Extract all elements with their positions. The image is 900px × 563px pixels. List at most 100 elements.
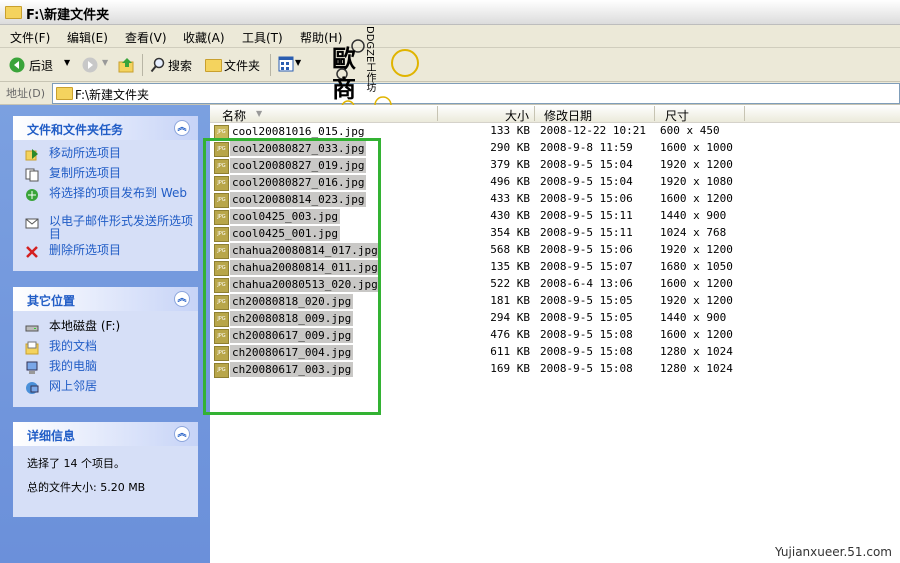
menu-edit[interactable]: 编辑(E) xyxy=(67,29,108,46)
file-size: 568 KB xyxy=(490,243,530,256)
documents-icon xyxy=(25,341,39,355)
file-dimensions: 1600 x 1200 xyxy=(660,328,733,341)
search-button[interactable]: 搜索 xyxy=(148,53,198,77)
computer-icon xyxy=(26,361,38,374)
file-date: 2008-9-5 15:06 xyxy=(540,243,633,256)
annotation-highlight-box xyxy=(203,138,381,415)
file-dimensions: 1920 x 1200 xyxy=(660,158,733,171)
column-divider[interactable] xyxy=(437,106,438,121)
task-pane: 文件和文件夹任务 ︽ 移动所选项目 复制所选项目 将选择的项目发布到 Web 以… xyxy=(0,105,210,563)
file-date: 2008-9-5 15:04 xyxy=(540,175,633,188)
back-arrow-icon xyxy=(9,57,25,73)
file-date: 2008-9-5 15:06 xyxy=(540,192,633,205)
other-places-title: 其它位置 xyxy=(27,294,76,308)
file-tasks-panel: 文件和文件夹任务 ︽ 移动所选项目 复制所选项目 将选择的项目发布到 Web 以… xyxy=(13,116,198,271)
folder-icon xyxy=(5,6,22,19)
back-button[interactable]: 后退 ▼ xyxy=(6,53,74,77)
file-date: 2008-9-5 15:08 xyxy=(540,328,633,341)
file-size: 522 KB xyxy=(490,277,530,290)
file-tasks-header[interactable]: 文件和文件夹任务 ︽ xyxy=(13,116,198,140)
forward-button[interactable]: ▼ xyxy=(80,53,110,77)
network-icon xyxy=(26,382,39,394)
back-dropdown-icon[interactable]: ▼ xyxy=(64,58,70,67)
views-icon xyxy=(278,56,294,72)
file-size: 169 KB xyxy=(490,362,530,375)
address-path: F:\新建文件夹 xyxy=(75,88,150,102)
window-title: F:\新建文件夹 xyxy=(26,8,110,23)
collapse-icon[interactable]: ︽ xyxy=(174,426,190,442)
up-folder-icon[interactable] xyxy=(118,56,136,74)
file-dimensions: 1920 x 1200 xyxy=(660,294,733,307)
other-places-header[interactable]: 其它位置 ︽ xyxy=(13,287,198,311)
selected-count: 选择了 14 个项目。 xyxy=(27,457,125,470)
address-input[interactable]: F:\新建文件夹 xyxy=(52,83,900,104)
collapse-icon[interactable]: ︽ xyxy=(174,120,190,136)
column-divider[interactable] xyxy=(534,106,535,121)
file-size: 433 KB xyxy=(490,192,530,205)
file-date: 2008-9-5 15:07 xyxy=(540,260,633,273)
file-date: 2008-9-5 15:08 xyxy=(540,362,633,375)
menu-view[interactable]: 查看(V) xyxy=(125,29,167,46)
column-name[interactable]: 名称 xyxy=(222,107,246,124)
file-dimensions: 1920 x 1200 xyxy=(660,243,733,256)
back-label: 后退 xyxy=(29,59,54,73)
search-label: 搜索 xyxy=(168,59,193,73)
column-divider[interactable] xyxy=(654,106,655,121)
column-divider[interactable] xyxy=(744,106,745,121)
file-size: 290 KB xyxy=(490,141,530,154)
file-date: 2008-9-5 15:04 xyxy=(540,158,633,171)
file-name: cool20081016_015.jpg xyxy=(232,125,365,138)
file-date: 2008-9-5 15:05 xyxy=(540,294,633,307)
folder-icon xyxy=(205,59,222,72)
details-title: 详细信息 xyxy=(27,429,76,443)
address-bar: 地址(D) F:\新建文件夹 xyxy=(0,82,900,105)
title-bar: F:\新建文件夹 xyxy=(0,0,900,25)
folder-icon xyxy=(56,87,73,100)
file-date: 2008-9-5 15:05 xyxy=(540,311,633,324)
file-dimensions: 1280 x 1024 xyxy=(660,362,733,375)
forward-arrow-icon xyxy=(82,57,98,73)
menu-file[interactable]: 文件(F) xyxy=(10,29,50,46)
column-size[interactable]: 大小 xyxy=(505,107,529,124)
file-size: 181 KB xyxy=(490,294,530,307)
file-size: 430 KB xyxy=(490,209,530,222)
file-date: 2008-9-5 15:08 xyxy=(540,345,633,358)
address-label: 地址(D) xyxy=(6,87,46,100)
file-date: 2008-9-5 15:11 xyxy=(540,209,633,222)
file-size: 294 KB xyxy=(490,311,530,324)
toolbar: 后退 ▼ ▼ 搜索 文件夹 ▼ xyxy=(0,48,900,82)
watermark: Yujianxueer.51.com xyxy=(774,545,892,559)
toolbar-separator xyxy=(142,54,143,76)
drive-icon xyxy=(25,325,39,332)
file-tasks-body: 移动所选项目 复制所选项目 将选择的项目发布到 Web 以电子邮件形式发送所选项… xyxy=(13,140,198,271)
file-dimensions: 1440 x 900 xyxy=(660,311,727,324)
file-dimensions: 1280 x 1024 xyxy=(660,345,733,358)
menu-favorites[interactable]: 收藏(A) xyxy=(183,29,225,46)
file-size: 611 KB xyxy=(490,345,530,358)
forward-dropdown-icon[interactable]: ▼ xyxy=(102,58,108,67)
search-icon xyxy=(150,57,165,73)
file-date: 2008-6-4 13:06 xyxy=(540,277,633,290)
column-header: 名称 ▼ 大小 修改日期 尺寸 xyxy=(210,105,900,123)
logo: 歐 商 DDGZE工作坊 xyxy=(320,26,430,116)
menu-tools[interactable]: 工具(T) xyxy=(242,29,283,46)
column-modified[interactable]: 修改日期 xyxy=(544,107,592,124)
column-dimensions[interactable]: 尺寸 xyxy=(665,107,689,124)
file-dimensions: 600 x 450 xyxy=(660,124,720,137)
details-header[interactable]: 详细信息 ︽ xyxy=(13,422,198,446)
other-places-body: 本地磁盘 (F:) 我的文档 我的电脑 网上邻居 xyxy=(13,311,198,407)
folders-label: 文件夹 xyxy=(224,59,261,73)
file-size: 354 KB xyxy=(490,226,530,239)
publish-web-icon xyxy=(26,189,38,201)
move-icon xyxy=(25,149,38,161)
file-dimensions: 1600 x 1200 xyxy=(660,277,733,290)
folders-button[interactable]: 文件夹 xyxy=(203,53,265,77)
file-date: 2008-9-5 15:11 xyxy=(540,226,633,239)
file-dimensions: 1600 x 1000 xyxy=(660,141,733,154)
views-dropdown-icon: ▼ xyxy=(295,58,302,67)
email-icon xyxy=(25,218,39,229)
file-dimensions: 1440 x 900 xyxy=(660,209,727,222)
views-button[interactable]: ▼ xyxy=(278,55,304,75)
collapse-icon[interactable]: ︽ xyxy=(174,291,190,307)
logo-main-text: 歐 商 xyxy=(332,44,356,103)
